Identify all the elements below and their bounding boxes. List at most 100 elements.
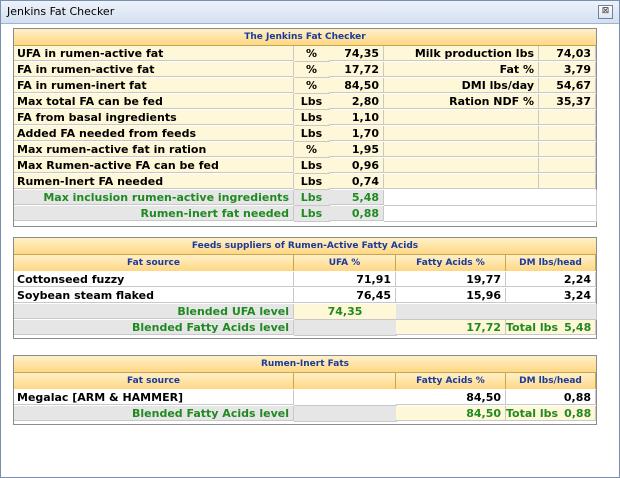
row-label: FA in rumen-inert fat (14, 78, 294, 93)
inert-blended-row: Blended Fatty Acids level 84,50 Total lbs 0… (14, 406, 596, 422)
row-value[interactable]: 1,70 (329, 126, 384, 141)
fat-checker-panel: The Jenkins Fat Checker UFA in rumen-act… (13, 28, 597, 227)
row-value[interactable]: 1,10 (329, 110, 384, 125)
rumen-active-panel: Feeds suppliers of Rumen-Active Fatty Ac… (13, 237, 597, 339)
summary-label: Rumen-inert fat needed (14, 206, 294, 221)
feed-row[interactable]: Cottonseed fuzzy 71,91 19,77 2,24 (14, 272, 596, 288)
right-value[interactable] (539, 142, 596, 157)
row-unit: Lbs (294, 126, 330, 142)
column-header: Fat source (14, 373, 294, 389)
right-value[interactable]: 35,37 (539, 94, 596, 109)
rumen-active-title: Feeds suppliers of Rumen-Active Fatty Ac… (14, 238, 596, 255)
right-label (384, 158, 539, 173)
right-label (384, 126, 539, 141)
fat-checker-title: The Jenkins Fat Checker (14, 29, 596, 46)
inert-fa[interactable]: 84,50 (396, 390, 506, 405)
right-value[interactable]: 54,67 (539, 78, 596, 93)
row-value[interactable]: 0,96 (329, 158, 384, 173)
total-value: 5,48 (564, 321, 592, 334)
row-label: Max rumen-active fat in ration (14, 142, 294, 157)
row-value[interactable]: 2,80 (329, 94, 384, 109)
right-value[interactable] (539, 110, 596, 125)
row-unit: % (294, 62, 330, 78)
summary-value: 0,88 (329, 206, 384, 221)
total-label: Total lbs (506, 407, 559, 420)
checker-row: Max Rumen-active FA can be fed Lbs 0,96 (14, 158, 596, 174)
row-label: Added FA needed from feeds (14, 126, 294, 141)
blended-ufa-value: 74,35 (294, 304, 397, 320)
column-header: DM lbs/head (506, 255, 596, 271)
right-value[interactable]: 74,03 (539, 46, 596, 61)
blended-fa-label: Blended Fatty Acids level (14, 320, 294, 335)
blank-cell (294, 320, 397, 336)
rumen-inert-title: Rumen-Inert Fats (14, 356, 596, 373)
right-label (384, 174, 539, 189)
right-label (384, 110, 539, 125)
feed-fa[interactable]: 19,77 (396, 272, 506, 287)
summary-value: 5,48 (329, 190, 384, 205)
row-value[interactable]: 0,74 (329, 174, 384, 189)
feed-source[interactable]: Cottonseed fuzzy (14, 272, 294, 287)
row-value[interactable]: 84,50 (329, 78, 384, 93)
right-value[interactable]: 3,79 (539, 62, 596, 77)
inert-row[interactable]: Megalac [ARM & HAMMER] 84,50 0,88 (14, 390, 596, 406)
column-header (294, 373, 396, 389)
summary-unit: Lbs (294, 206, 330, 222)
blended-fa-value: 17,72 (396, 320, 506, 335)
column-header: UFA % (294, 255, 396, 271)
summary-blank (384, 206, 597, 222)
checker-row: Rumen-Inert FA needed Lbs 0,74 (14, 174, 596, 190)
row-label: FA in rumen-active fat (14, 62, 294, 77)
inert-blended-label: Blended Fatty Acids level (14, 406, 294, 421)
feed-row[interactable]: Soybean steam flaked 76,45 15,96 3,24 (14, 288, 596, 304)
blank-cell (294, 406, 397, 422)
row-label: Max Rumen-active FA can be fed (14, 158, 294, 173)
row-unit: Lbs (294, 94, 330, 110)
checker-summary-row: Max inclusion rumen-active ingredients Lb… (14, 190, 597, 206)
row-unit: % (294, 78, 330, 94)
right-label: Fat % (384, 62, 539, 77)
row-label: Max total FA can be fed (14, 94, 294, 109)
checker-row: UFA in rumen-active fat% 74,35 Milk produc… (14, 46, 596, 62)
right-value[interactable] (539, 126, 596, 141)
inert-total-lbs: Total lbs 0,88 (506, 406, 596, 421)
checker-row: Max rumen-active fat in ration% 1,95 (14, 142, 596, 158)
blended-ufa-row: Blended UFA level 74,35 (14, 304, 597, 320)
row-unit: % (294, 142, 330, 158)
inert-source[interactable]: Megalac [ARM & HAMMER] (14, 390, 294, 405)
app-window: Jenkins Fat Checker ⊠ The Jenkins Fat Ch… (0, 0, 620, 478)
right-label (384, 142, 539, 157)
row-value[interactable]: 17,72 (329, 62, 384, 77)
checker-row: FA from basal ingredients Lbs 1,10 (14, 110, 596, 126)
row-unit: Lbs (294, 158, 330, 174)
column-header: DM lbs/head (506, 373, 596, 389)
feed-dm[interactable]: 3,24 (506, 288, 596, 303)
summary-blank (384, 190, 597, 206)
right-value[interactable] (539, 174, 596, 189)
close-icon[interactable]: ⊠ (598, 5, 613, 19)
inert-dm[interactable]: 0,88 (506, 390, 596, 405)
right-label: Ration NDF % (384, 94, 539, 109)
blank-cell (396, 304, 507, 320)
feed-source[interactable]: Soybean steam flaked (14, 288, 294, 303)
column-header: Fatty Acids % (396, 255, 506, 271)
total-label: Total lbs (506, 321, 559, 334)
row-unit: % (294, 46, 330, 62)
blank-cell (294, 390, 397, 406)
row-value[interactable]: 74,35 (329, 46, 384, 61)
rumen-inert-panel: Rumen-Inert Fats Fat source Fatty Acids %… (13, 355, 597, 425)
feed-ufa[interactable]: 71,91 (294, 272, 396, 287)
feed-dm[interactable]: 2,24 (506, 272, 596, 287)
checker-row: FA in rumen-inert fat% 84,50 DMI lbs/day 54… (14, 78, 596, 94)
feed-fa[interactable]: 15,96 (396, 288, 506, 303)
blended-fa-row: Blended Fatty Acids level 17,72 Total lbs 5… (14, 320, 596, 336)
row-value[interactable]: 1,95 (329, 142, 384, 157)
summary-unit: Lbs (294, 190, 330, 206)
right-label: Milk production lbs (384, 46, 539, 61)
total-value: 0,88 (564, 407, 592, 420)
right-value[interactable] (539, 158, 596, 173)
blank-cell (506, 304, 597, 320)
checker-summary-row: Rumen-inert fat needed Lbs 0,88 (14, 206, 597, 222)
feed-ufa[interactable]: 76,45 (294, 288, 396, 303)
column-header: Fatty Acids % (396, 373, 506, 389)
